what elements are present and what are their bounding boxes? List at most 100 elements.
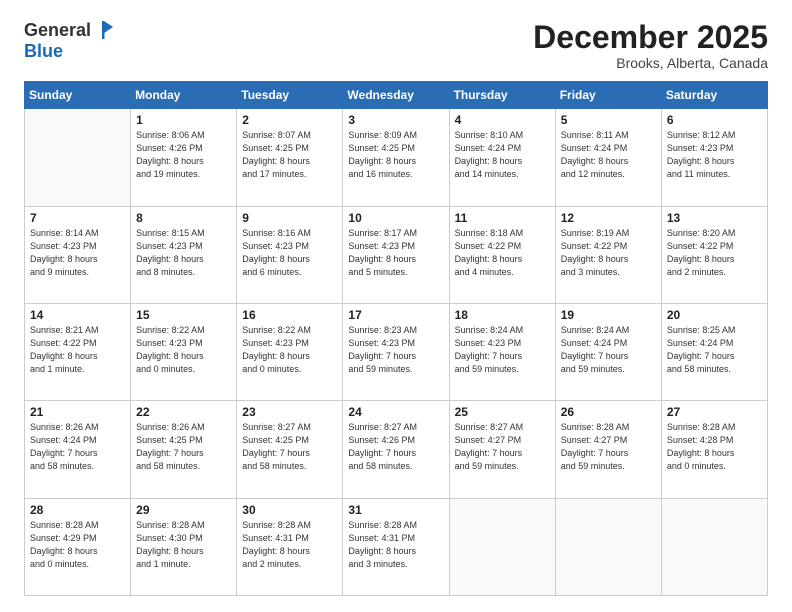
day-info: Sunrise: 8:10 AMSunset: 4:24 PMDaylight:… (455, 129, 550, 181)
day-info: Sunrise: 8:21 AMSunset: 4:22 PMDaylight:… (30, 324, 125, 376)
day-number: 14 (30, 308, 125, 322)
table-row: 2 Sunrise: 8:07 AMSunset: 4:25 PMDaylight… (237, 109, 343, 206)
table-row: 11Sunrise: 8:18 AMSunset: 4:22 PMDayligh… (449, 206, 555, 303)
table-row: 14 Sunrise: 8:21 AMSunset: 4:22 PMDayligh… (25, 303, 131, 400)
calendar-week-3: 14 Sunrise: 8:21 AMSunset: 4:22 PMDayligh… (25, 303, 768, 400)
table-row: 24 Sunrise: 8:27 AMSunset: 4:26 PMDayligh… (343, 401, 449, 498)
table-row: 9Sunrise: 8:16 AMSunset: 4:23 PMDaylight… (237, 206, 343, 303)
table-row: 6 Sunrise: 8:12 AMSunset: 4:23 PMDaylight… (661, 109, 767, 206)
logo: General Blue (24, 20, 115, 62)
col-header-thursday: Thursday (449, 82, 555, 109)
day-info: Sunrise: 8:28 AMSunset: 4:31 PMDaylight:… (242, 519, 337, 571)
day-number: 13 (667, 211, 762, 225)
day-info: Sunrise: 8:24 AMSunset: 4:24 PMDaylight:… (561, 324, 656, 376)
table-row: 28Sunrise: 8:28 AMSunset: 4:29 PMDayligh… (25, 498, 131, 595)
table-row: 21Sunrise: 8:26 AMSunset: 4:24 PMDayligh… (25, 401, 131, 498)
table-row: 3Sunrise: 8:09 AMSunset: 4:25 PMDaylight… (343, 109, 449, 206)
day-number: 24 (348, 405, 443, 419)
calendar-week-5: 28Sunrise: 8:28 AMSunset: 4:29 PMDayligh… (25, 498, 768, 595)
day-info: Sunrise: 8:24 AMSunset: 4:23 PMDaylight:… (455, 324, 550, 376)
day-number: 8 (136, 211, 231, 225)
day-info: Sunrise: 8:22 AMSunset: 4:23 PMDaylight:… (136, 324, 231, 376)
table-row: 13 Sunrise: 8:20 AMSunset: 4:22 PMDayligh… (661, 206, 767, 303)
day-number: 6 (667, 113, 762, 127)
day-info: Sunrise: 8:16 AMSunset: 4:23 PMDaylight:… (242, 227, 337, 279)
col-header-saturday: Saturday (661, 82, 767, 109)
location: Brooks, Alberta, Canada (533, 55, 768, 71)
table-row: 27Sunrise: 8:28 AMSunset: 4:28 PMDayligh… (661, 401, 767, 498)
table-row: 23 Sunrise: 8:27 AMSunset: 4:25 PMDayligh… (237, 401, 343, 498)
table-row: 26 Sunrise: 8:28 AMSunset: 4:27 PMDayligh… (555, 401, 661, 498)
day-number: 25 (455, 405, 550, 419)
logo-general-text: General (24, 20, 91, 41)
table-row (555, 498, 661, 595)
day-info: Sunrise: 8:27 AMSunset: 4:27 PMDaylight:… (455, 421, 550, 473)
day-number: 29 (136, 503, 231, 517)
day-info: Sunrise: 8:23 AMSunset: 4:23 PMDaylight:… (348, 324, 443, 376)
day-number: 16 (242, 308, 337, 322)
table-row: 15 Sunrise: 8:22 AMSunset: 4:23 PMDayligh… (131, 303, 237, 400)
table-row: 20Sunrise: 8:25 AMSunset: 4:24 PMDayligh… (661, 303, 767, 400)
day-info: Sunrise: 8:19 AMSunset: 4:22 PMDaylight:… (561, 227, 656, 279)
table-row: 22 Sunrise: 8:26 AMSunset: 4:25 PMDayligh… (131, 401, 237, 498)
calendar-week-1: 1 Sunrise: 8:06 AMSunset: 4:26 PMDaylight… (25, 109, 768, 206)
day-number: 2 (242, 113, 337, 127)
day-number: 15 (136, 308, 231, 322)
day-number: 1 (136, 113, 231, 127)
day-number: 20 (667, 308, 762, 322)
day-number: 12 (561, 211, 656, 225)
table-row (25, 109, 131, 206)
day-number: 7 (30, 211, 125, 225)
day-number: 30 (242, 503, 337, 517)
calendar-week-2: 7 Sunrise: 8:14 AMSunset: 4:23 PMDaylight… (25, 206, 768, 303)
table-row: 31 Sunrise: 8:28 AMSunset: 4:31 PMDayligh… (343, 498, 449, 595)
day-info: Sunrise: 8:27 AMSunset: 4:25 PMDaylight:… (242, 421, 337, 473)
day-info: Sunrise: 8:20 AMSunset: 4:22 PMDaylight:… (667, 227, 762, 279)
calendar-week-4: 21Sunrise: 8:26 AMSunset: 4:24 PMDayligh… (25, 401, 768, 498)
table-row: 8Sunrise: 8:15 AMSunset: 4:23 PMDaylight… (131, 206, 237, 303)
day-info: Sunrise: 8:06 AMSunset: 4:26 PMDaylight:… (136, 129, 231, 181)
logo-flag-icon (93, 19, 115, 41)
day-info: Sunrise: 8:07 AMSunset: 4:25 PMDaylight:… (242, 129, 337, 181)
day-info: Sunrise: 8:28 AMSunset: 4:31 PMDaylight:… (348, 519, 443, 571)
day-info: Sunrise: 8:12 AMSunset: 4:23 PMDaylight:… (667, 129, 762, 181)
table-row: 4 Sunrise: 8:10 AMSunset: 4:24 PMDaylight… (449, 109, 555, 206)
col-header-sunday: Sunday (25, 82, 131, 109)
day-info: Sunrise: 8:14 AMSunset: 4:23 PMDaylight:… (30, 227, 125, 279)
day-number: 22 (136, 405, 231, 419)
calendar-header-row: Sunday Monday Tuesday Wednesday Thursday… (25, 82, 768, 109)
day-number: 17 (348, 308, 443, 322)
table-row: 29 Sunrise: 8:28 AMSunset: 4:30 PMDayligh… (131, 498, 237, 595)
day-number: 31 (348, 503, 443, 517)
day-number: 4 (455, 113, 550, 127)
header: General Blue December 2025 Brooks, Alber… (24, 20, 768, 71)
day-number: 11 (455, 211, 550, 225)
day-info: Sunrise: 8:27 AMSunset: 4:26 PMDaylight:… (348, 421, 443, 473)
table-row: 30 Sunrise: 8:28 AMSunset: 4:31 PMDayligh… (237, 498, 343, 595)
table-row: 12 Sunrise: 8:19 AMSunset: 4:22 PMDayligh… (555, 206, 661, 303)
day-number: 10 (348, 211, 443, 225)
col-header-wednesday: Wednesday (343, 82, 449, 109)
day-info: Sunrise: 8:22 AMSunset: 4:23 PMDaylight:… (242, 324, 337, 376)
day-info: Sunrise: 8:28 AMSunset: 4:27 PMDaylight:… (561, 421, 656, 473)
col-header-friday: Friday (555, 82, 661, 109)
day-info: Sunrise: 8:17 AMSunset: 4:23 PMDaylight:… (348, 227, 443, 279)
day-info: Sunrise: 8:26 AMSunset: 4:24 PMDaylight:… (30, 421, 125, 473)
day-info: Sunrise: 8:28 AMSunset: 4:30 PMDaylight:… (136, 519, 231, 571)
day-number: 26 (561, 405, 656, 419)
table-row: 16 Sunrise: 8:22 AMSunset: 4:23 PMDayligh… (237, 303, 343, 400)
table-row (449, 498, 555, 595)
day-number: 23 (242, 405, 337, 419)
calendar-table: Sunday Monday Tuesday Wednesday Thursday… (24, 81, 768, 596)
table-row: 10 Sunrise: 8:17 AMSunset: 4:23 PMDayligh… (343, 206, 449, 303)
table-row: 7 Sunrise: 8:14 AMSunset: 4:23 PMDaylight… (25, 206, 131, 303)
day-number: 19 (561, 308, 656, 322)
day-info: Sunrise: 8:26 AMSunset: 4:25 PMDaylight:… (136, 421, 231, 473)
table-row: 1 Sunrise: 8:06 AMSunset: 4:26 PMDaylight… (131, 109, 237, 206)
table-row: 25 Sunrise: 8:27 AMSunset: 4:27 PMDayligh… (449, 401, 555, 498)
day-number: 3 (348, 113, 443, 127)
month-title: December 2025 (533, 20, 768, 55)
logo-blue-text: Blue (24, 41, 63, 62)
day-number: 28 (30, 503, 125, 517)
table-row: 17 Sunrise: 8:23 AMSunset: 4:23 PMDayligh… (343, 303, 449, 400)
